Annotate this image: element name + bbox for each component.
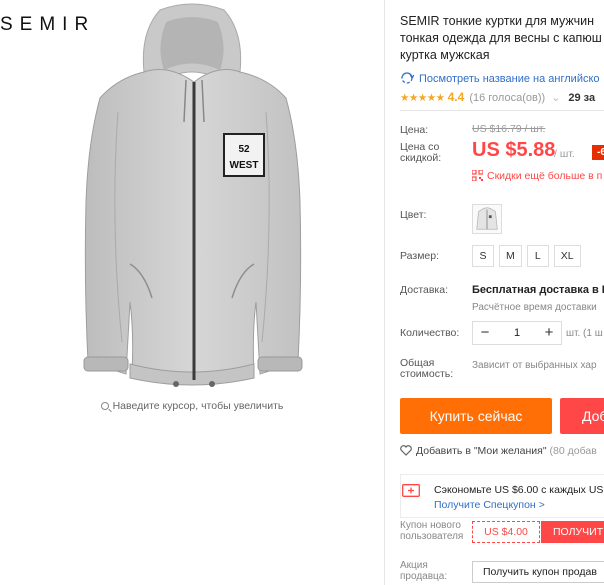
get-seller-coupon-button[interactable]: Получить купон продав <box>472 561 604 583</box>
quantity-label: Количество: <box>400 327 460 339</box>
divider <box>400 110 604 111</box>
total-label-line: стоимость: <box>400 368 454 380</box>
wishlist-count: (80 добав <box>549 445 597 457</box>
total-label: Общая стоимость: <box>400 358 453 380</box>
shipping-method[interactable]: Бесплатная доставка в Ru <box>472 284 604 296</box>
rating-stars: ★★★★★ <box>400 92 445 104</box>
rating-votes[interactable]: (16 голоса(ов)) <box>469 92 545 104</box>
wishlist-text: Добавить в "Мои желания" <box>416 445 547 457</box>
size-option-m[interactable]: M <box>499 245 522 267</box>
old-price: US $16.79 / шт. <box>472 123 546 135</box>
quantity-unit: шт. (1 ш <box>566 328 603 339</box>
quantity-increase-button[interactable]: + <box>537 323 561 343</box>
zoom-hint-text: Наведите курсор, чтобы увеличить <box>112 400 284 412</box>
title-line: тонкая одежда для весны с капюш <box>400 31 602 45</box>
seller-promo-label: Акция продавца: <box>400 560 447 582</box>
size-option-s[interactable]: S <box>472 245 494 267</box>
buy-now-button[interactable]: Купить сейчас <box>400 398 552 434</box>
quantity-stepper: − 1 + <box>472 321 562 345</box>
patch-text-2: WEST <box>230 160 259 171</box>
magnifier-icon <box>100 402 109 410</box>
size-label: Размер: <box>400 250 440 262</box>
size-option-l[interactable]: L <box>526 245 549 267</box>
new-user-coupon-label-line: пользователя <box>400 531 464 542</box>
add-to-wishlist-link[interactable]: Добавить в "Мои желания" (80 добав <box>400 443 597 457</box>
color-label: Цвет: <box>400 209 427 221</box>
product-gallery: SEMIR 52 WEST Наведите курсор, чтобы уве… <box>0 0 384 585</box>
translate-icon <box>401 72 414 84</box>
color-option-thumb[interactable] <box>472 204 502 234</box>
rating-row: ★★★★★ 4.4 (16 голоса(ов)) ⌄ 29 за <box>400 90 595 104</box>
more-discounts-link[interactable]: Скидки ещё больше в п <box>472 168 602 182</box>
get-new-user-coupon-button[interactable]: ПОЛУЧИТЕ <box>541 521 604 543</box>
new-user-coupon-value: US $4.00 <box>472 521 540 543</box>
rating-score: 4.4 <box>447 90 465 104</box>
chevron-down-icon[interactable]: ⌄ <box>551 92 560 104</box>
qr-code-icon <box>472 170 483 181</box>
translate-link-text: Посмотреть название на английско <box>419 73 600 85</box>
size-options: S M L XL <box>472 245 586 267</box>
discount-badge: -65 <box>592 145 604 160</box>
new-user-coupon-label-line: Купон нового <box>400 520 461 531</box>
product-image[interactable]: 52 WEST <box>48 2 336 390</box>
column-divider <box>384 0 385 585</box>
heart-icon <box>400 445 412 456</box>
price-unit: / шт. <box>554 148 575 160</box>
product-info: SEMIR тонкие куртки для мужчин тонкая од… <box>400 0 604 585</box>
current-price: US $5.88 <box>472 139 556 161</box>
price-label: Цена: <box>400 124 429 136</box>
total-note: Зависит от выбранных хар <box>472 360 597 371</box>
seller-promo-label-line: Акция <box>400 560 428 571</box>
patch-text-1: 52 <box>238 144 250 155</box>
more-discounts-text: Скидки ещё больше в п <box>487 170 603 182</box>
coupon-save-text: Сэкономьте US $6.00 с каждых US $ <box>434 484 604 496</box>
size-option-xl[interactable]: XL <box>553 245 581 267</box>
new-user-coupon-label: Купон нового пользователя <box>400 520 463 542</box>
quantity-input[interactable]: 1 <box>497 327 537 339</box>
coupon-panel <box>400 474 604 518</box>
discount-price-label-line: скидкой: <box>400 152 442 164</box>
add-to-cart-button[interactable]: Доб <box>560 398 604 434</box>
seller-promo-label-line: продавца: <box>400 571 448 582</box>
shipping-estimate: Расчётное время доставки <box>472 302 597 313</box>
shipping-label: Доставка: <box>400 284 449 296</box>
quantity-decrease-button[interactable]: − <box>473 323 497 343</box>
title-line: SEMIR тонкие куртки для мужчин <box>400 14 594 28</box>
orders-count: 29 за <box>568 92 596 104</box>
zoom-hint: Наведите курсор, чтобы увеличить <box>0 400 384 412</box>
discount-price-label: Цена со скидкой: <box>400 142 441 164</box>
product-title: SEMIR тонкие куртки для мужчин тонкая од… <box>400 13 604 64</box>
translate-link[interactable]: Посмотреть название на английско <box>400 70 600 85</box>
coupon-icon <box>402 484 420 497</box>
get-special-coupon-link[interactable]: Получите Спецкупон > <box>434 499 545 511</box>
title-line: куртка мужская <box>400 48 490 62</box>
